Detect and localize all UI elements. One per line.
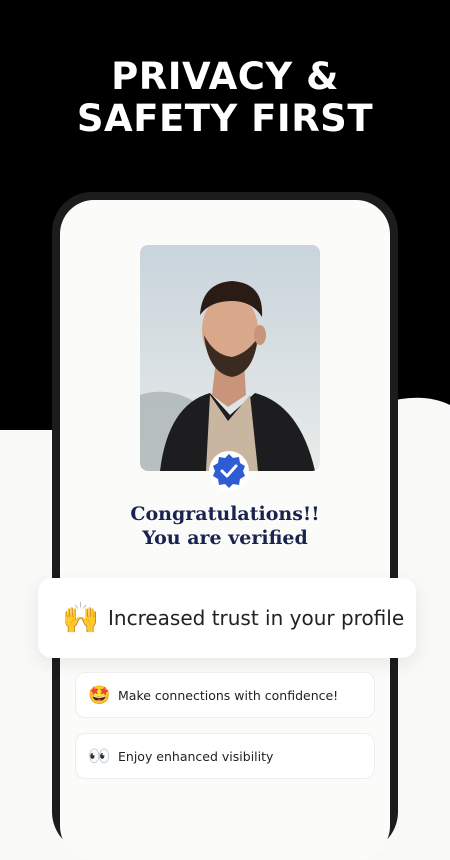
benefit-card-connections: 🤩 Make connections with confidence! xyxy=(75,672,375,718)
congrats-line-2: You are verified xyxy=(142,527,308,549)
check-badge-icon xyxy=(209,451,249,491)
headline-line-1: PRIVACY & xyxy=(111,55,339,98)
benefit-text: Increased trust in your profile xyxy=(108,606,405,630)
congrats-line-1: Congratulations!! xyxy=(130,503,320,525)
page-headline: PRIVACY & SAFETY FIRST xyxy=(0,56,450,140)
profile-photo xyxy=(140,245,320,471)
benefit-text: Enjoy enhanced visibility xyxy=(118,748,274,764)
benefit-card-visibility: 👀 Enjoy enhanced visibility xyxy=(75,733,375,779)
star-struck-icon: 🤩 xyxy=(88,684,111,705)
headline-line-2: SAFETY FIRST xyxy=(76,97,374,140)
raising-hands-icon: 🙌 xyxy=(62,601,100,635)
benefit-card-trust: 🙌 Increased trust in your profile xyxy=(38,578,416,658)
eyes-icon: 👀 xyxy=(88,745,111,766)
verification-message: Congratulations!! You are verified xyxy=(60,502,390,550)
benefit-text: Make connections with confidence! xyxy=(118,687,339,703)
